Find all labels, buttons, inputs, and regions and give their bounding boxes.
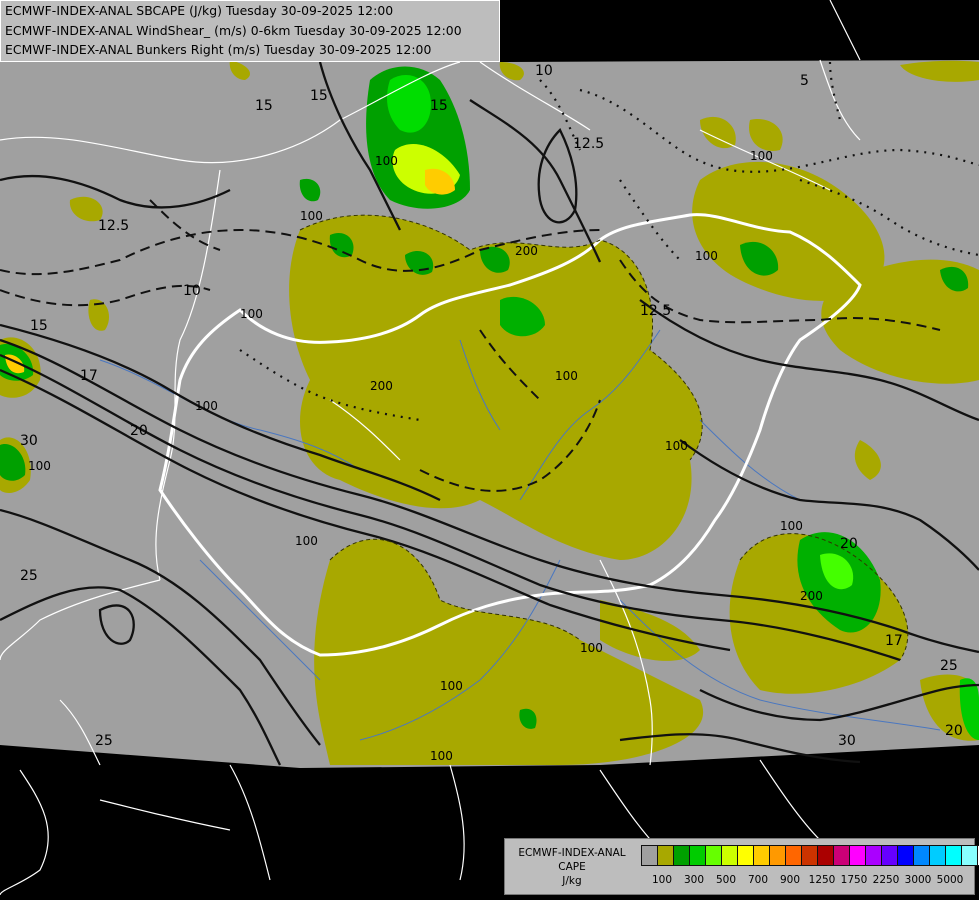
legend-swatch <box>881 845 898 866</box>
cape-label: 200 <box>515 244 538 258</box>
shear-label: 30 <box>838 733 856 749</box>
cape-label: 200 <box>370 379 393 393</box>
legend-swatch <box>657 845 674 866</box>
shear-label: 20 <box>945 723 963 739</box>
shear-label: 12.5 <box>98 218 129 234</box>
cape-label: 100 <box>295 534 318 548</box>
weather-map: 100 100 100 100 100 100 100 100 100 100 … <box>0 0 979 900</box>
legend-swatch <box>705 845 722 866</box>
shear-label: 15 <box>430 98 448 114</box>
shear-label: 10 <box>535 63 553 79</box>
legend-swatch <box>641 845 658 866</box>
map-titles: ECMWF-INDEX-ANAL SBCAPE (J/kg) Tuesday 3… <box>0 0 500 62</box>
cape-label: 100 <box>375 154 398 168</box>
legend-swatch <box>897 845 914 866</box>
legend-swatch <box>769 845 786 866</box>
legend-swatch <box>673 845 690 866</box>
legend-title: ECMWF-INDEX-ANAL CAPE J/kg <box>507 846 637 888</box>
cape-label: 100 <box>780 519 803 533</box>
cape-label: 100 <box>555 369 578 383</box>
title-line-cape: ECMWF-INDEX-ANAL SBCAPE (J/kg) Tuesday 3… <box>5 3 394 18</box>
cape-label: 200 <box>800 589 823 603</box>
shear-label: 12.5 <box>573 136 604 152</box>
legend-swatch <box>737 845 754 866</box>
shear-label: 5 <box>800 73 809 89</box>
cape-label: 100 <box>430 749 453 763</box>
legend-tick-label: 2250 <box>872 874 900 886</box>
legend-swatch <box>721 845 738 866</box>
legend-swatch <box>929 845 946 866</box>
legend-swatch <box>833 845 850 866</box>
cape-label: 100 <box>240 307 263 321</box>
shear-label: 25 <box>95 733 113 749</box>
legend-tick-label: 500 <box>715 874 737 886</box>
legend-tick-label: 300 <box>683 874 705 886</box>
cape-label: 100 <box>665 439 688 453</box>
shear-label: 25 <box>20 568 38 584</box>
legend-swatch <box>849 845 866 866</box>
legend-swatch <box>945 845 962 866</box>
legend-swatches <box>641 845 979 866</box>
shear-label: 25 <box>940 658 958 674</box>
legend-swatch <box>961 845 978 866</box>
legend-swatch <box>753 845 770 866</box>
cape-label: 100 <box>440 679 463 693</box>
shear-label: 15 <box>255 98 273 114</box>
legend-tick-label: 1250 <box>808 874 836 886</box>
shear-label: 30 <box>20 433 38 449</box>
legend-swatch <box>913 845 930 866</box>
shear-label: 20 <box>130 423 148 439</box>
legend-unit: J/kg <box>562 875 582 887</box>
shear-label: 17 <box>885 633 903 649</box>
legend-tick-label: 100 <box>651 874 673 886</box>
cape-legend: ECMWF-INDEX-ANAL CAPE J/kg 100 300 500 700 9… <box>504 838 979 895</box>
cape-label: 100 <box>28 459 51 473</box>
legend-ticks: 100 300 500 700 900 1250 1750 2250 3000 5000 <box>642 874 972 888</box>
legend-variable: CAPE <box>558 861 586 873</box>
shear-label: 17 <box>80 368 98 384</box>
cape-label: 100 <box>300 209 323 223</box>
title-line-windshear: ECMWF-INDEX-ANAL WindShear_ (m/s) 0-6km … <box>5 22 462 38</box>
shear-label: 10 <box>183 283 201 299</box>
shear-label: 15 <box>310 88 328 104</box>
legend-tick-label: 5000 <box>936 874 964 886</box>
legend-swatch <box>785 845 802 866</box>
legend-swatch <box>865 845 882 866</box>
legend-swatch <box>817 845 834 866</box>
legend-tick-label: 1750 <box>840 874 868 886</box>
shear-label: 20 <box>840 536 858 552</box>
cape-label: 100 <box>580 641 603 655</box>
title-line-bunkers: ECMWF-INDEX-ANAL Bunkers Right (m/s) Tue… <box>5 42 432 57</box>
legend-model: ECMWF-INDEX-ANAL <box>518 847 626 859</box>
legend-swatch <box>689 845 706 866</box>
legend-tick-label: 3000 <box>904 874 932 886</box>
cape-label: 100 <box>750 149 773 163</box>
shear-label: 15 <box>30 318 48 334</box>
cape-label: 100 <box>695 249 718 263</box>
shear-label: 12.5 <box>640 303 671 319</box>
legend-swatch <box>801 845 818 866</box>
legend-tick-label: 700 <box>747 874 769 886</box>
legend-tick-label: 900 <box>779 874 801 886</box>
cape-label: 100 <box>195 399 218 413</box>
